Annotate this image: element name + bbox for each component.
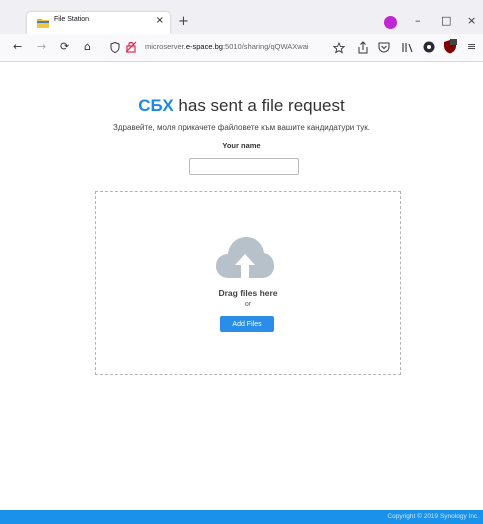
url-prefix: microserver. [145,42,186,51]
back-icon[interactable]: ← [13,40,22,54]
title-text: has sent a file request [173,96,345,115]
drag-files-text: Drag files here [218,288,278,298]
name-input[interactable] [189,158,299,175]
or-text: or [244,301,252,308]
extension-badge-icon[interactable] [423,41,435,53]
requester-name: СБХ [138,96,174,115]
pocket-icon[interactable] [378,42,390,53]
tab-strip: File Station × + – □ × [0,0,483,34]
address-bar[interactable]: microserver.e-space.bg:5010/sharing/qQWA… [145,42,328,51]
page-title: СБХ has sent a file request [0,96,483,116]
navigation-bar: ← → ⟳ ⌂ microserver.e-space.bg:5010/shar… [0,34,483,62]
browser-tab[interactable]: File Station × [27,12,170,34]
insecure-lock-icon[interactable] [126,41,136,53]
add-files-button[interactable]: Add Files [220,316,274,332]
close-window-icon[interactable]: × [467,14,476,27]
shield-icon[interactable] [110,42,120,53]
extension-infinity-icon[interactable] [384,16,397,29]
name-label: Your name [222,141,261,150]
copyright-text: Copyright © 2019 Synology Inc. [387,513,479,520]
library-icon[interactable] [401,42,413,53]
url-path: :5010/sharing/qQWAXwai [222,42,309,51]
cloud-upload-icon [216,237,274,278]
url-host: e-space.bg [185,42,223,51]
forward-icon[interactable]: → [37,40,46,54]
tab-title: File Station [54,16,90,23]
minimize-icon[interactable]: – [415,14,421,27]
home-icon[interactable]: ⌂ [84,40,91,54]
share-icon[interactable] [357,41,369,54]
file-drop-zone[interactable]: Drag files here or Add Files [95,191,401,375]
ublock-extension-icon[interactable] [443,39,457,54]
bookmark-star-icon[interactable] [333,42,345,54]
new-tab-icon[interactable]: + [178,14,189,29]
footer: Copyright © 2019 Synology Inc. [0,510,483,524]
request-message: Здравейте, моля прикачете файловете към … [113,123,370,132]
folder-icon [37,19,49,28]
menu-icon[interactable]: ≡ [467,40,476,54]
maximize-icon[interactable]: □ [441,14,451,27]
reload-icon[interactable]: ⟳ [60,40,69,54]
tab-close-icon[interactable]: × [156,15,164,26]
